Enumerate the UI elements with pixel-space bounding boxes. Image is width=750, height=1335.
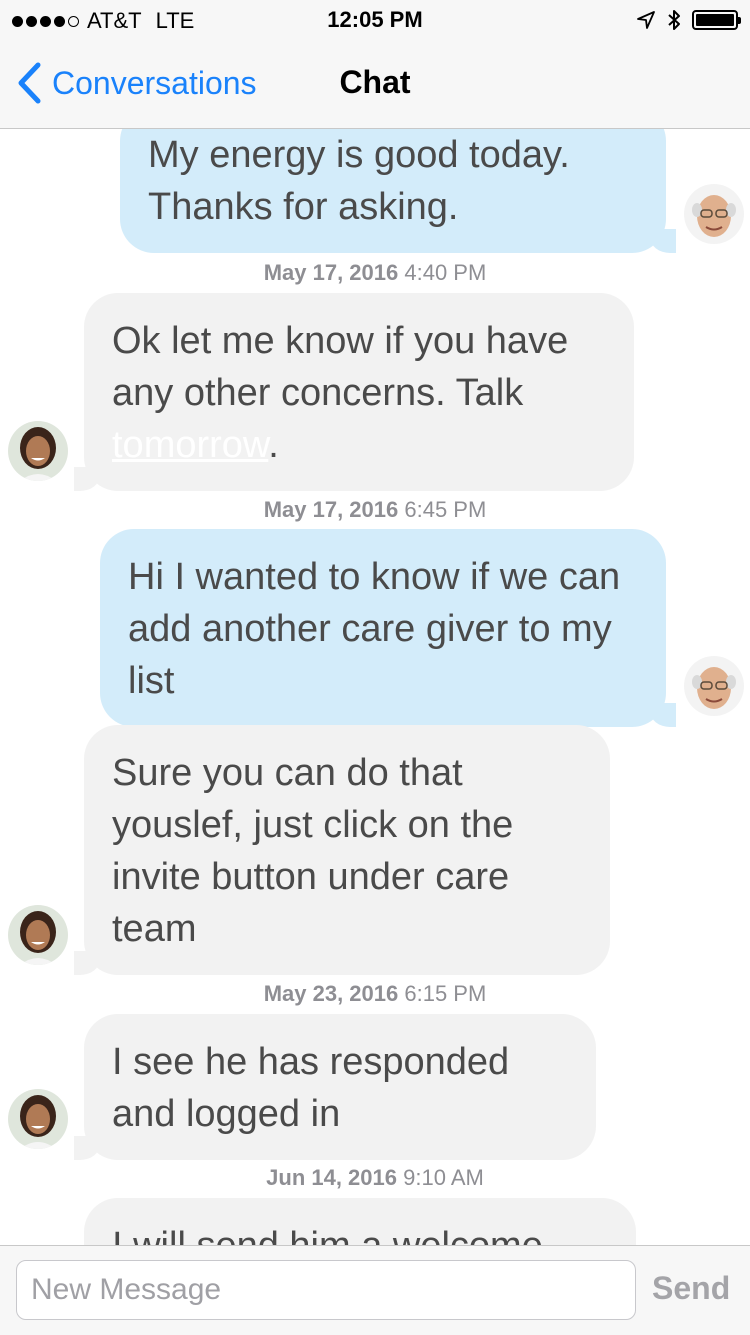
message-text: Hi I wanted to know if we can add anothe… (128, 556, 621, 702)
new-message-input[interactable] (16, 1260, 636, 1320)
bluetooth-icon (668, 10, 680, 30)
battery-fill (696, 14, 734, 26)
incoming-message[interactable]: I will send him a welcome (84, 1198, 636, 1245)
timestamp-time: 9:10 AM (403, 1165, 484, 1190)
timestamp-time: 4:40 PM (404, 260, 487, 285)
elderly-man-avatar[interactable] (684, 184, 744, 244)
caregiver-woman-avatar[interactable] (8, 905, 68, 965)
caregiver-woman-avatar[interactable] (8, 1089, 68, 1149)
send-button[interactable]: Send (652, 1270, 730, 1307)
message-timestamp: May 17, 2016 4:40 PM (0, 260, 750, 286)
timestamp-date: Jun 14, 2016 (266, 1165, 398, 1190)
timestamp-date: May 17, 2016 (263, 260, 399, 285)
outgoing-message[interactable]: My energy is good today. Thanks for aski… (120, 129, 676, 253)
timestamp-time: 6:15 PM (404, 981, 487, 1006)
incoming-message[interactable]: I see he has responded and logged in (74, 1014, 596, 1160)
message-text: I will send him a welcome (112, 1225, 543, 1245)
message-text: I see he has responded and logged in (112, 1041, 510, 1135)
outgoing-message[interactable]: Hi I wanted to know if we can add anothe… (100, 529, 676, 727)
page-title: Chat (339, 64, 411, 100)
elderly-man-avatar[interactable] (684, 656, 744, 716)
message-timestamp: May 17, 2016 6:45 PM (0, 497, 750, 523)
message-text: Sure you can do that youslef, just click… (112, 752, 514, 950)
caregiver-woman-avatar[interactable] (8, 421, 68, 481)
message-text: My energy is good today. Thanks for aski… (148, 134, 570, 228)
timestamp-time: 6:45 PM (404, 497, 487, 522)
caregiver-woman-avatar-image (8, 1089, 68, 1149)
timestamp-date: May 17, 2016 (263, 497, 399, 522)
message-composer: Send (0, 1245, 750, 1335)
status-right (636, 8, 741, 32)
incoming-message[interactable]: Sure you can do that youslef, just click… (74, 725, 610, 975)
message-text: Ok let me know if you have any other con… (112, 320, 569, 414)
elderly-man-avatar-image (684, 656, 744, 716)
status-bar: AT&T LTE 12:05 PM (0, 0, 750, 40)
elderly-man-avatar-image (684, 184, 744, 244)
message-list[interactable]: My energy is good today. Thanks for aski… (0, 129, 750, 1245)
location-arrow-icon (637, 11, 655, 29)
message-link[interactable]: tomorrow (112, 424, 268, 466)
caregiver-woman-avatar-image (8, 421, 68, 481)
battery-icon (692, 10, 741, 30)
message-text-end: . (268, 424, 279, 466)
caregiver-woman-avatar-image (8, 905, 68, 965)
timestamp-date: May 23, 2016 (263, 981, 399, 1006)
incoming-message[interactable]: Ok let me know if you have any other con… (74, 293, 634, 491)
message-timestamp: Jun 14, 2016 9:10 AM (0, 1165, 750, 1191)
navigation-bar: Conversations Chat (0, 40, 750, 129)
message-timestamp: May 23, 2016 6:15 PM (0, 981, 750, 1007)
